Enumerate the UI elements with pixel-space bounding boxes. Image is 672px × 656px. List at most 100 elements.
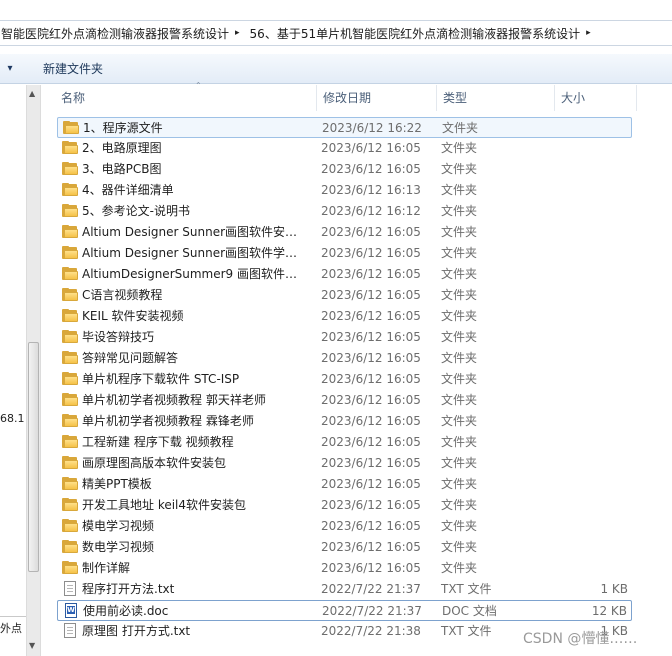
new-folder-button[interactable]: 新建文件夹 <box>43 57 103 80</box>
scroll-down-arrow-icon[interactable]: ▼ <box>29 641 35 650</box>
file-name: 原理图 打开方式.txt <box>82 624 191 638</box>
file-name: 精美PPT模板 <box>82 477 152 491</box>
breadcrumb-arrow-icon[interactable]: ▸ <box>584 28 600 38</box>
folder-row[interactable]: KEIL 软件安装视频 2023/6/12 16:05 文件夹 <box>57 306 632 327</box>
folder-row[interactable]: 4、器件详细清单 2023/6/12 16:13 文件夹 <box>57 180 632 201</box>
file-type: 文件夹 <box>441 183 478 197</box>
file-name: 开发工具地址 keil4软件安装包 <box>82 498 247 512</box>
file-type: 文件夹 <box>441 561 478 575</box>
file-date: 2022/7/22 21:38 <box>321 624 421 638</box>
folder-row[interactable]: 2、电路原理图 2023/6/12 16:05 文件夹 <box>57 138 632 159</box>
folder-row[interactable]: 单片机程序下载软件 STC-ISP 2023/6/12 16:05 文件夹 <box>57 369 632 390</box>
file-date: 2023/6/12 16:05 <box>321 540 421 554</box>
breadcrumb-arrow-icon[interactable]: ▸ <box>233 28 249 38</box>
nav-item-partial[interactable]: 外点 <box>0 620 22 636</box>
folder-row[interactable]: 答辩常见问题解答 2023/6/12 16:05 文件夹 <box>57 348 632 369</box>
folder-row[interactable]: C语言视频教程 2023/6/12 16:05 文件夹 <box>57 285 632 306</box>
folder-icon <box>62 204 78 218</box>
folder-row[interactable]: 精美PPT模板 2023/6/12 16:05 文件夹 <box>57 474 632 495</box>
file-date: 2022/7/22 21:37 <box>321 582 421 596</box>
file-name: 数电学习视频 <box>82 540 155 554</box>
file-name: 毕设答辩技巧 <box>82 330 155 344</box>
folder-row[interactable]: 模电学习视频 2023/6/12 16:05 文件夹 <box>57 516 632 537</box>
folder-icon <box>62 372 78 386</box>
column-size-label: 大小 <box>561 91 586 105</box>
file-date: 2023/6/12 16:05 <box>321 561 421 575</box>
file-name: AltiumDesignerSummer9 画图软件安... <box>82 267 304 281</box>
file-date: 2023/6/12 16:12 <box>321 204 421 218</box>
file-date: 2023/6/12 16:05 <box>321 309 421 323</box>
file-type: 文件夹 <box>441 351 478 365</box>
file-name: 模电学习视频 <box>82 519 155 533</box>
file-type: 文件夹 <box>441 519 478 533</box>
folder-icon <box>62 267 78 281</box>
breadcrumb-segment-current[interactable]: 56、基于51单片机智能医院红外点滴检测输液器报警系统设计 <box>249 25 585 42</box>
folder-row[interactable]: AltiumDesignerSummer9 画图软件安... 2023/6/12 … <box>57 264 632 285</box>
file-type: 文件夹 <box>441 456 478 470</box>
column-date[interactable]: 修改日期 <box>317 85 437 111</box>
scrollbar-thumb[interactable] <box>28 342 39 572</box>
folder-icon <box>62 456 78 470</box>
file-date: 2023/6/12 16:05 <box>321 225 421 239</box>
column-size[interactable]: 大小 <box>555 85 637 111</box>
folder-row[interactable]: 1、程序源文件 2023/6/12 16:22 文件夹 <box>57 117 632 138</box>
file-date: 2023/6/12 16:05 <box>321 372 421 386</box>
nav-scrollbar[interactable]: ▲ ▼ <box>26 85 41 656</box>
file-type: 文件夹 <box>441 393 478 407</box>
column-type[interactable]: 类型 <box>437 85 555 111</box>
folder-row[interactable]: 工程新建 程序下载 视频教程 2023/6/12 16:05 文件夹 <box>57 432 632 453</box>
file-name: 制作详解 <box>82 561 131 575</box>
file-type: 文件夹 <box>441 414 478 428</box>
folder-icon <box>62 246 78 260</box>
file-type: 文件夹 <box>441 435 478 449</box>
folder-row[interactable]: 制作详解 2023/6/12 16:05 文件夹 <box>57 558 632 579</box>
folder-row[interactable]: 3、电路PCB图 2023/6/12 16:05 文件夹 <box>57 159 632 180</box>
organize-dropdown-icon[interactable]: ▾ <box>0 63 20 74</box>
folder-row[interactable]: Altium Designer Sunner画图软件学习... 2023/6/12… <box>57 243 632 264</box>
word-doc-icon: W <box>63 603 79 618</box>
scroll-up-arrow-icon[interactable]: ▲ <box>29 89 35 98</box>
folder-row[interactable]: 数电学习视频 2023/6/12 16:05 文件夹 <box>57 537 632 558</box>
breadcrumb-segment-parent[interactable]: 智能医院红外点滴检测输液器报警系统设计 <box>0 25 233 42</box>
file-date: 2023/6/12 16:05 <box>321 456 421 470</box>
file-name: C语言视频教程 <box>82 288 163 302</box>
folder-row[interactable]: 毕设答辩技巧 2023/6/12 16:05 文件夹 <box>57 327 632 348</box>
file-date: 2023/6/12 16:05 <box>321 288 421 302</box>
folder-row[interactable]: 画原理图高版本软件安装包 2023/6/12 16:05 文件夹 <box>57 453 632 474</box>
file-date: 2023/6/12 16:22 <box>322 121 422 135</box>
file-type: 文件夹 <box>441 225 478 239</box>
file-type: 文件夹 <box>441 246 478 260</box>
nav-divider <box>0 616 26 617</box>
file-name: 5、参考论文-说明书 <box>82 204 190 218</box>
folder-row[interactable]: 单片机初学者视频教程 郭天祥老师 2023/6/12 16:05 文件夹 <box>57 390 632 411</box>
folder-row[interactable]: Altium Designer Sunner画图软件安装... 2023/6/12… <box>57 222 632 243</box>
column-name[interactable]: 名称 ⌃ <box>55 81 317 111</box>
file-type: 文件夹 <box>441 477 478 491</box>
column-date-label: 修改日期 <box>323 91 372 105</box>
file-name: 4、器件详细清单 <box>82 183 174 197</box>
file-date: 2023/6/12 16:05 <box>321 393 421 407</box>
file-size: 1 KB <box>600 582 628 596</box>
address-bar[interactable]: 智能医院红外点滴检测输液器报警系统设计 ▸ 56、基于51单片机智能医院红外点滴… <box>0 20 672 46</box>
file-row[interactable]: 程序打开方法.txt 2022/7/22 21:37 TXT 文件 1 KB <box>57 579 632 600</box>
file-date: 2023/6/12 16:05 <box>321 435 421 449</box>
file-type: 文件夹 <box>441 267 478 281</box>
file-name: Altium Designer Sunner画图软件安装... <box>82 225 304 239</box>
file-name: 单片机初学者视频教程 霖锋老师 <box>82 414 254 428</box>
nav-item-partial[interactable]: 68.1 <box>0 412 25 425</box>
folder-icon <box>62 435 78 449</box>
file-size: 12 KB <box>591 604 627 618</box>
folder-row[interactable]: 单片机初学者视频教程 霖锋老师 2023/6/12 16:05 文件夹 <box>57 411 632 432</box>
file-name: 画原理图高版本软件安装包 <box>82 456 227 470</box>
file-date: 2023/6/12 16:05 <box>321 477 421 491</box>
folder-icon <box>62 519 78 533</box>
file-date: 2023/6/12 16:05 <box>321 267 421 281</box>
folder-row[interactable]: 开发工具地址 keil4软件安装包 2023/6/12 16:05 文件夹 <box>57 495 632 516</box>
file-type: TXT 文件 <box>441 582 492 596</box>
file-name: Altium Designer Sunner画图软件学习... <box>82 246 304 260</box>
folder-icon <box>62 225 78 239</box>
file-date: 2023/6/12 16:05 <box>321 498 421 512</box>
file-name: 2、电路原理图 <box>82 141 162 155</box>
file-row[interactable]: W 使用前必读.doc 2022/7/22 21:37 DOC 文档 12 KB <box>57 600 632 621</box>
folder-row[interactable]: 5、参考论文-说明书 2023/6/12 16:12 文件夹 <box>57 201 632 222</box>
